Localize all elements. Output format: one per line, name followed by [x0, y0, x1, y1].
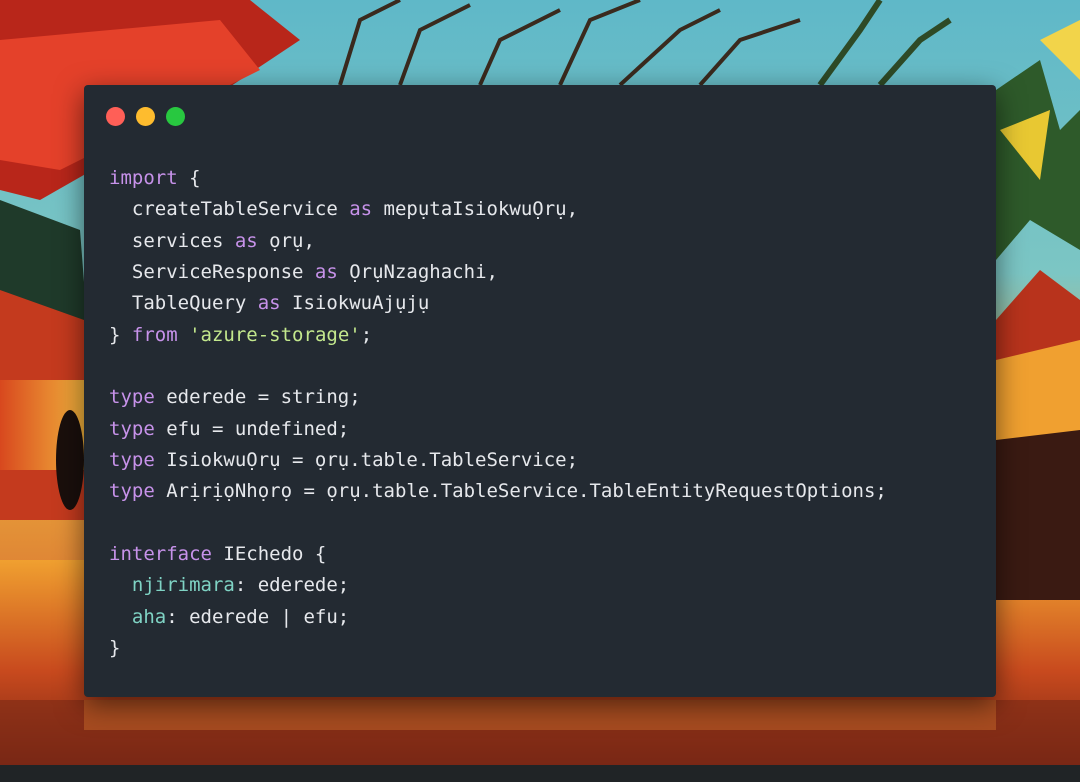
code-token: ServiceResponse: [109, 261, 315, 284]
code-token: TableQuery: [109, 292, 258, 315]
code-token: ỌrụNzaghachi,: [337, 261, 498, 284]
code-token: as: [349, 198, 373, 221]
code-token: ọrụ,: [257, 229, 315, 252]
code-token: }: [109, 637, 121, 660]
code-line: type IsiokwuỌrụ = ọrụ.table.TableService…: [109, 445, 887, 476]
code-line: njirimara: ederede;: [109, 570, 887, 601]
close-dot-icon[interactable]: [106, 107, 125, 126]
code-line: createTableService as mepụtaIsiokwuỌrụ,: [109, 194, 887, 225]
code-line: type efu = undefined;: [109, 414, 887, 445]
code-token: mepụtaIsiokwuỌrụ,: [372, 198, 579, 221]
code-token: createTableService: [109, 198, 350, 221]
code-token: ;: [360, 323, 373, 346]
code-token: type: [109, 417, 155, 440]
code-token: : ederede;: [234, 574, 350, 597]
code-token: {: [177, 167, 201, 189]
code-token: as: [234, 229, 258, 252]
code-line: ServiceResponse as ỌrụNzaghachi,: [109, 257, 887, 288]
code-token: aha: [131, 605, 167, 628]
code-line: type ArịrịọNhọrọ = ọrụ.table.TableServic…: [109, 476, 887, 507]
code-token: from: [131, 323, 178, 346]
code-token: njirimara: [131, 574, 235, 597]
code-token: IsiokwuỌrụ = ọrụ.table.TableService;: [154, 449, 579, 472]
window-controls: [106, 107, 185, 126]
code-token: type: [109, 480, 155, 503]
code-line: type ederede = string;: [109, 382, 887, 413]
code-window: import { createTableService as mepụtaIsi…: [84, 85, 996, 697]
code-token: as: [257, 292, 281, 315]
code-line: services as ọrụ,: [109, 226, 887, 257]
code-token: : ederede | efu;: [166, 605, 350, 628]
code-token: services: [109, 229, 235, 252]
code-token: type: [109, 386, 155, 409]
code-line: }: [109, 633, 887, 664]
code-token: interface: [109, 543, 212, 566]
code-token: }: [109, 323, 132, 346]
code-token: type: [109, 449, 155, 472]
minimize-dot-icon[interactable]: [136, 107, 155, 126]
code-line: TableQuery as IsiokwuAjụjụ: [109, 288, 887, 319]
code-token: ArịrịọNhọrọ = ọrụ.table.TableService.Tab…: [154, 480, 887, 503]
code-token: ederede = string;: [154, 386, 361, 409]
code-token: IEchedo {: [211, 543, 327, 566]
code-line: aha: ederede | efu;: [109, 602, 887, 633]
code-token: as: [314, 261, 338, 284]
maximize-dot-icon[interactable]: [166, 107, 185, 126]
code-token: 'azure-storage': [189, 323, 361, 346]
code-token: efu = undefined;: [154, 417, 350, 440]
code-line: } from 'azure-storage';: [109, 320, 887, 351]
code-token: IsiokwuAjụjụ: [280, 292, 430, 315]
code-line: interface IEchedo {: [109, 539, 887, 570]
code-block: import { createTableService as mepụtaIsi…: [109, 163, 887, 665]
code-line: import {: [109, 163, 887, 194]
code-token: import: [109, 167, 178, 189]
